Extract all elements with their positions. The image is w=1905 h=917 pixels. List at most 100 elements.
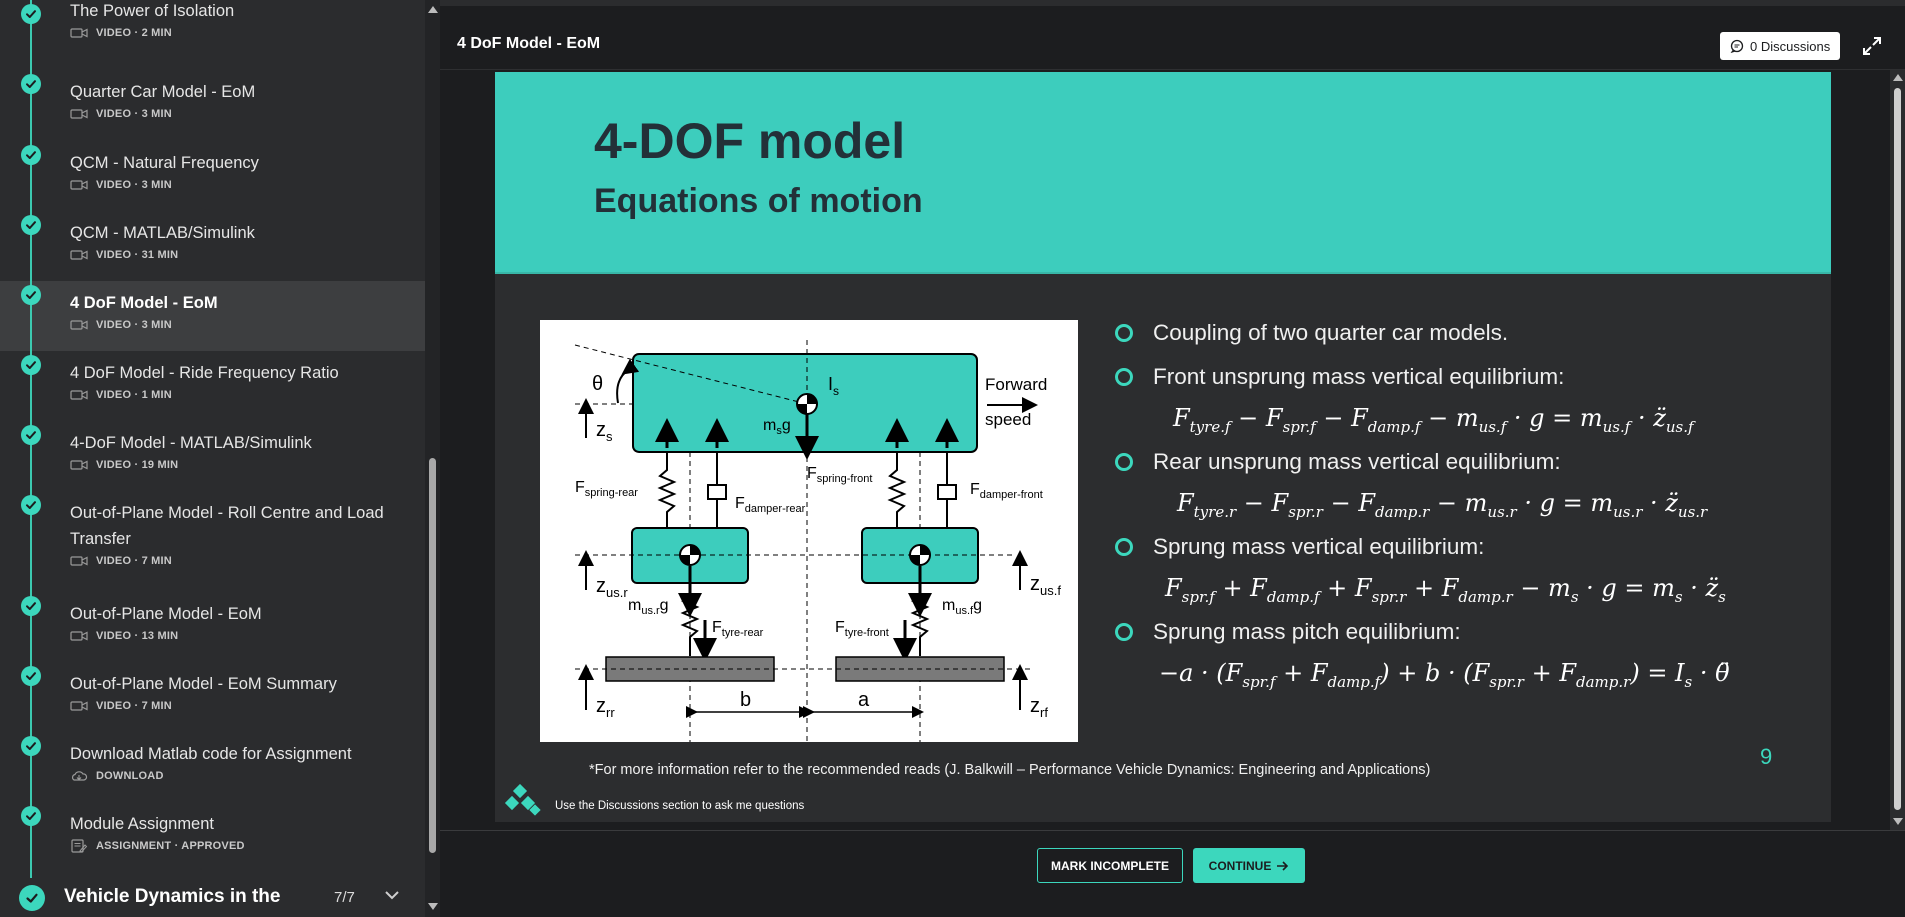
check-circle-icon — [21, 736, 41, 756]
sidebar-item-2[interactable]: QCM - Natural Frequency VIDEO · 3 MIN — [0, 141, 425, 211]
sidebar-item-meta: VIDEO · 3 MIN — [70, 108, 425, 120]
sidebar-scrollbar[interactable] — [425, 0, 440, 917]
sidebar-item-meta-text: VIDEO · 7 MIN — [96, 700, 172, 712]
sidebar-item-title: Out-of-Plane Model - Roll Centre and Loa… — [70, 504, 384, 548]
discussion-tip: Use the Discussions section to ask me qu… — [555, 800, 805, 812]
check-circle-icon — [21, 806, 41, 826]
slide-header-band: 4-DOF model Equations of motion — [495, 72, 1831, 272]
sidebar-item-meta-text: VIDEO · 2 MIN — [96, 27, 172, 39]
mark-incomplete-button[interactable]: MARK INCOMPLETE — [1037, 848, 1183, 883]
forward-label: Forward — [985, 375, 1047, 394]
scroll-down-arrow-icon[interactable] — [1893, 818, 1903, 825]
continue-label: CONTINUE — [1208, 858, 1272, 873]
slide-title: 4-DOF model — [594, 113, 906, 169]
sidebar-item-8[interactable]: Out-of-Plane Model - EoM VIDEO · 13 MIN — [0, 592, 425, 662]
sidebar-item-4[interactable]: 4 DoF Model - EoM VIDEO · 3 MIN — [0, 281, 425, 351]
musf-label: m — [942, 597, 955, 614]
sidebar-item-1[interactable]: Quarter Car Model - EoM VIDEO · 3 MIN — [0, 70, 425, 141]
sidebar-item-7[interactable]: Out-of-Plane Model - Roll Centre and Loa… — [0, 491, 425, 592]
zrf-label: z — [1030, 695, 1040, 717]
zs-label: z — [596, 419, 606, 441]
circle-bullet-icon — [1115, 538, 1133, 556]
video-icon — [70, 249, 88, 261]
video-icon — [70, 319, 88, 331]
arrow-right-icon — [1277, 860, 1289, 871]
slide-page-number: 9 — [1760, 744, 1773, 769]
divider — [495, 272, 1831, 274]
sidebar-item-meta: VIDEO · 31 MIN — [70, 249, 425, 261]
damper-front-sub: damper-front — [980, 489, 1043, 501]
circle-bullet-icon — [1115, 368, 1133, 386]
damper-rear-label: F — [735, 495, 745, 512]
course-sidebar: The Power of Isolation VIDEO · 2 MIN Quart… — [0, 0, 425, 917]
scroll-up-arrow-icon[interactable] — [1893, 74, 1903, 81]
musr-label: m — [628, 597, 641, 614]
svg-text:zus.f: zus.f — [1030, 573, 1061, 598]
sidebar-item-title: Module Assignment — [70, 815, 214, 833]
sidebar-item-title: 4 DoF Model - EoM — [70, 294, 218, 312]
four-dof-diagram: θ zs Is msg Forward speed Fspring-rear F… — [540, 320, 1078, 742]
sidebar-item-meta-text: ASSIGNMENT · APPROVED — [96, 840, 245, 852]
sidebar-item-5[interactable]: 4 DoF Model - Ride Frequency Ratio VIDEO … — [0, 351, 425, 421]
sidebar-item-meta: DOWNLOAD — [70, 770, 425, 782]
circle-bullet-icon — [1115, 453, 1133, 471]
video-icon — [70, 630, 88, 642]
check-circle-icon — [21, 4, 41, 24]
video-icon — [70, 555, 88, 567]
sidebar-item-title: QCM - Natural Frequency — [70, 154, 259, 172]
musf-g: g — [973, 597, 982, 614]
sidebar-item-meta: VIDEO · 3 MIN — [70, 179, 425, 191]
diamond-logo-icon — [504, 784, 541, 816]
discussions-button[interactable]: 0 Discussions — [1720, 32, 1841, 60]
sidebar-item-meta: VIDEO · 7 MIN — [70, 555, 425, 567]
bullet-item: Sprung mass pitch equilibrium: — [1115, 619, 1461, 645]
zrr-label: z — [596, 695, 606, 717]
check-circle-icon — [21, 285, 41, 305]
video-icon — [70, 700, 88, 712]
sidebar-item-title: The Power of Isolation — [70, 2, 235, 20]
slide-scroll-thumb[interactable] — [1894, 88, 1901, 810]
zrf-sub: rf — [1040, 705, 1048, 720]
sidebar-item-10[interactable]: Download Matlab code for Assignment DOWNL… — [0, 732, 425, 802]
continue-button[interactable]: CONTINUE — [1193, 848, 1305, 883]
chevron-down-icon[interactable] — [384, 890, 400, 900]
is-sub: s — [833, 384, 839, 398]
lesson-title: 4 DoF Model - EoM — [457, 35, 601, 52]
lesson-header: 4 DoF Model - EoM 0 Discussions — [440, 22, 1905, 70]
check-circle-icon — [21, 355, 41, 375]
msg-label: m — [763, 417, 776, 434]
sidebar-item-6[interactable]: 4-DoF Model - MATLAB/Simulink VIDEO · 19 … — [0, 421, 425, 491]
sidebar-item-meta: ASSIGNMENT · APPROVED — [70, 839, 425, 853]
sidebar-item-meta: VIDEO · 13 MIN — [70, 630, 425, 642]
scroll-up-arrow-icon[interactable] — [428, 6, 438, 13]
svg-text:Fdamper-front: Fdamper-front — [970, 481, 1043, 501]
module-header[interactable]: Vehicle Dynamics in the 7/7 — [0, 878, 425, 917]
zusf-sub: us.f — [1040, 583, 1061, 598]
video-icon — [70, 27, 88, 39]
sidebar-item-0[interactable]: The Power of Isolation VIDEO · 2 MIN — [0, 0, 425, 70]
module-title: Vehicle Dynamics in the — [64, 886, 281, 907]
sidebar-item-3[interactable]: QCM - MATLAB/Simulink VIDEO · 31 MIN — [0, 211, 425, 281]
svg-text:Ftyre-rear: Ftyre-rear — [712, 619, 764, 639]
sidebar-item-title: 4-DoF Model - MATLAB/Simulink — [70, 434, 312, 452]
sidebar-item-9[interactable]: Out-of-Plane Model - EoM Summary VIDEO · … — [0, 662, 425, 732]
musr-g: g — [660, 597, 669, 614]
scroll-down-arrow-icon[interactable] — [428, 903, 438, 910]
svg-text:mus.rg: mus.rg — [628, 597, 669, 617]
slide-subtitle: Equations of motion — [594, 182, 923, 220]
sidebar-scroll-thumb[interactable] — [429, 458, 436, 853]
slide: 4-DOF model Equations of motion θ zs Is … — [495, 72, 1831, 822]
sidebar-item-title: 4 DoF Model - Ride Frequency Ratio — [70, 364, 339, 382]
slide-scrollbar[interactable] — [1890, 70, 1905, 830]
check-circle-icon — [21, 145, 41, 165]
sidebar-item-11[interactable]: Module Assignment ASSIGNMENT · APPROVED — [0, 802, 425, 878]
check-circle-icon — [21, 74, 41, 94]
expand-icon[interactable] — [1860, 34, 1884, 58]
check-circle-icon — [21, 596, 41, 616]
sidebar-item-meta: VIDEO · 2 MIN — [70, 27, 425, 39]
slide-viewer: 4-DOF model Equations of motion θ zs Is … — [440, 70, 1905, 830]
sidebar-item-meta: VIDEO · 7 MIN — [70, 700, 425, 712]
check-circle-icon — [21, 495, 41, 515]
zusr-label: z — [596, 575, 606, 597]
damper-rear-sub: damper-rear — [745, 503, 806, 515]
